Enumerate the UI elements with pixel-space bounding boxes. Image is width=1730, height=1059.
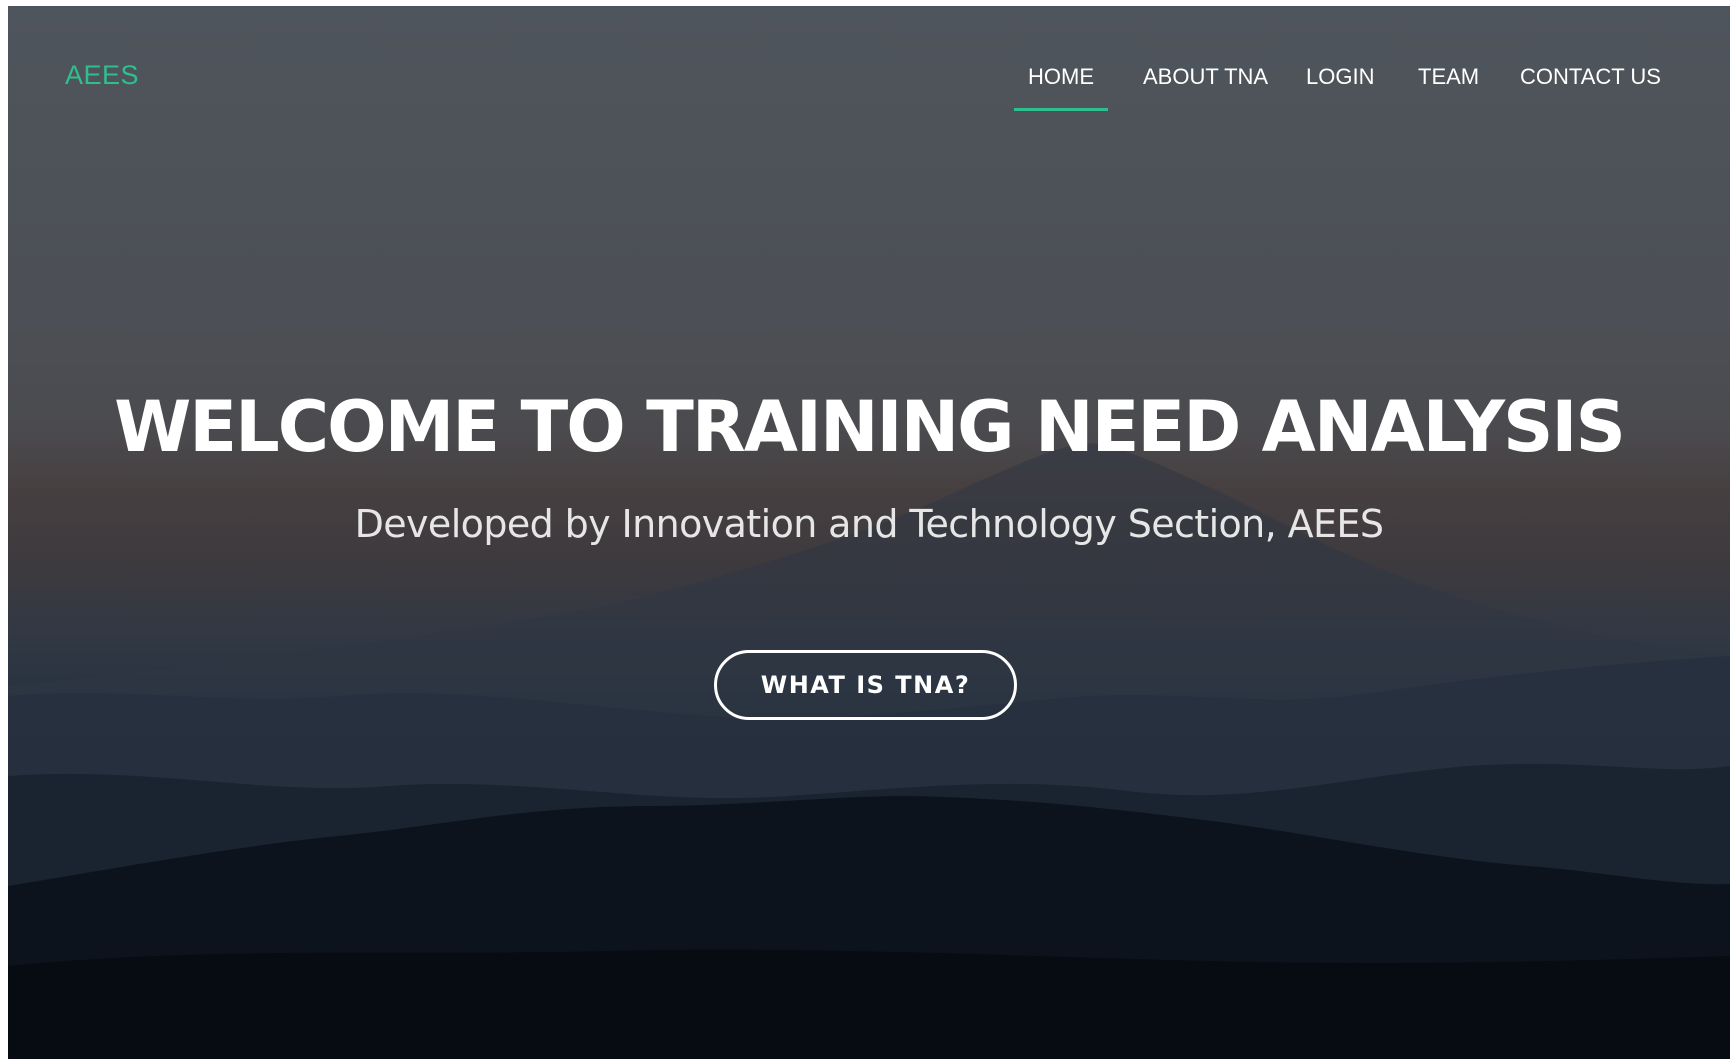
nav-item-contact-us[interactable]: CONTACT US (1520, 64, 1661, 90)
page-frame: AEES HOME ABOUT TNA LOGIN TEAM CONTACT U… (8, 6, 1730, 1059)
main-navigation: HOME ABOUT TNA LOGIN TEAM CONTACT US (8, 64, 1730, 124)
hero-title: WELCOME TO TRAINING NEED ANALYSIS (114, 386, 1626, 468)
nav-item-login[interactable]: LOGIN (1306, 64, 1374, 90)
nav-item-about-tna[interactable]: ABOUT TNA (1143, 64, 1268, 90)
what-is-tna-button[interactable]: WHAT IS TNA? (714, 650, 1017, 720)
hero-subtitle: Developed by Innovation and Technology S… (354, 502, 1384, 546)
nav-item-team[interactable]: TEAM (1418, 64, 1479, 90)
nav-item-home[interactable]: HOME (1014, 64, 1108, 111)
